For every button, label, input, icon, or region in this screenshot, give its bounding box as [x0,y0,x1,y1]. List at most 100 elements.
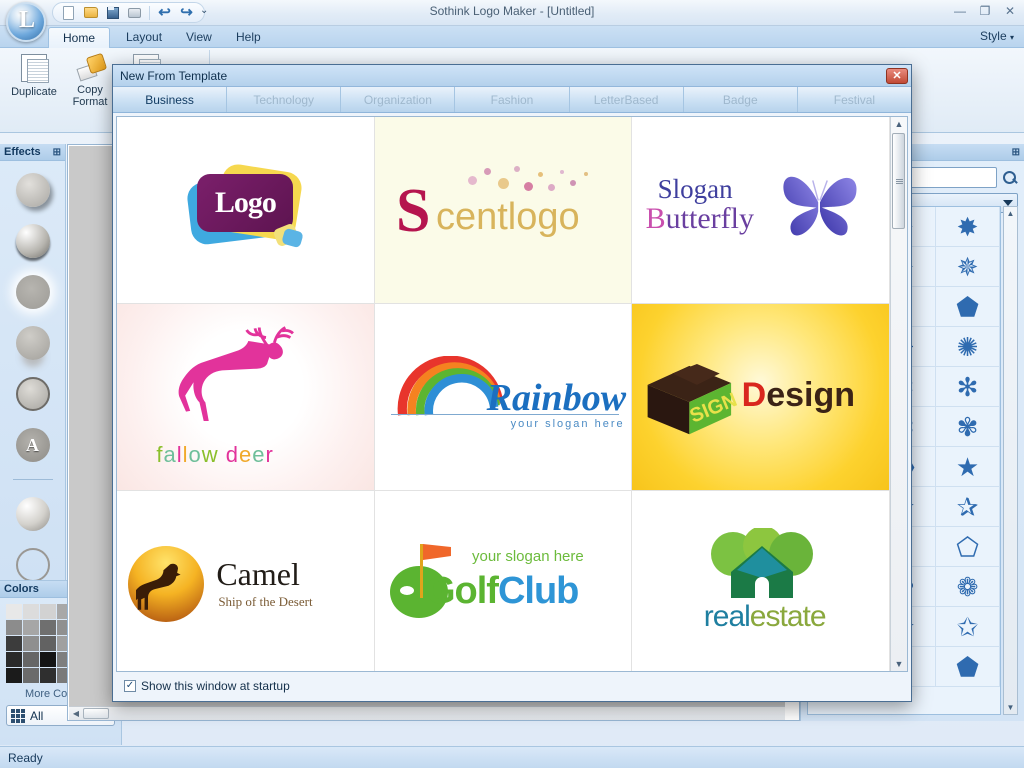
ribbon-tab-help[interactable]: Help [222,27,275,48]
scrollbar-thumb[interactable] [892,133,905,229]
show-at-startup-checkbox[interactable]: ✓ [124,680,136,692]
dialog-tab-fashion[interactable]: Fashion [455,87,570,112]
effect-drop-shadow[interactable] [15,173,50,207]
shape-item[interactable]: ⬟ [936,647,1000,687]
template-item-realestate[interactable]: realestate [632,491,890,671]
dialog-tab-technology[interactable]: Technology [227,87,342,112]
color-swatch[interactable] [40,668,56,683]
color-swatch[interactable] [23,636,39,651]
copy-format-label: Copy Format [72,84,108,108]
dialog-tab-festival[interactable]: Festival [798,87,911,112]
effect-outline[interactable] [15,548,50,582]
scroll-up-icon[interactable]: ▲ [1007,209,1015,218]
shape-item[interactable]: ✸ [936,207,1000,247]
scroll-up-icon[interactable]: ▲ [895,117,904,131]
color-swatch[interactable] [40,620,56,635]
effects-list [0,161,65,582]
template-logo-text: Camel [216,556,300,592]
color-swatch[interactable] [23,604,39,619]
shape-item[interactable]: ✵ [936,247,1000,287]
shape-item[interactable]: ✾ [936,407,1000,447]
shape-item[interactable]: ✺ [936,327,1000,367]
template-item-scentlogo[interactable]: S centlogo [374,117,633,304]
template-logo-text-b: D [741,376,767,414]
scroll-down-icon[interactable]: ▼ [895,657,904,671]
template-item-golfclub[interactable]: your slogan here GolfClub [374,491,633,671]
template-logo-slogan: your slogan here [510,418,625,430]
ribbon-tab-home[interactable]: Home [48,27,111,48]
dialog-title-bar: New From Template ✕ [113,65,911,87]
template-item-signdesign[interactable]: SIGN Design [632,304,890,491]
logo-art-fallowdeer: fallow deer [150,322,340,472]
color-swatch[interactable] [6,652,22,667]
color-swatch[interactable] [6,620,22,635]
shape-item[interactable]: ✩ [936,607,1000,647]
effect-reflection[interactable] [15,326,50,360]
camel-icon [136,563,181,610]
dialog-vertical-scrollbar[interactable]: ▲ ▼ [890,117,907,671]
effect-inner-shadow[interactable] [15,224,50,258]
template-logo-text-c: esign [766,376,856,414]
color-swatch[interactable] [40,636,56,651]
pin-icon[interactable]: ⊞ [1012,147,1020,158]
maximize-button[interactable]: ❐ [977,4,993,18]
effect-text[interactable] [15,428,50,462]
shape-item[interactable]: ❁ [936,567,1000,607]
template-logo-text-b: centlogo [435,196,580,238]
color-swatch[interactable] [6,604,22,619]
shape-item[interactable]: ⬠ [936,527,1000,567]
scroll-left-icon[interactable]: ◀ [69,709,83,718]
effect-gradient[interactable] [15,497,50,531]
color-swatch[interactable] [23,668,39,683]
style-menu-button[interactable]: Style ▾ [980,29,1014,43]
color-swatch[interactable] [23,620,39,635]
template-logo-text-b: estate [749,600,827,633]
dialog-tab-letterbased[interactable]: LetterBased [570,87,684,112]
scrollbar-track[interactable] [891,131,907,657]
ribbon-tab-layout[interactable]: Layout [112,27,176,48]
shapes-vertical-scrollbar[interactable]: ▲ ▼ [1003,206,1018,715]
template-item-logo[interactable]: Logo [117,117,375,304]
effect-outer-glow[interactable] [15,275,50,309]
shape-item[interactable]: ✰ [936,487,1000,527]
color-swatch[interactable] [23,652,39,667]
duplicate-button[interactable]: Duplicate [6,54,62,98]
template-logo-text-c: utterfly [665,202,754,235]
logo-art-rainbow: Rainbow your slogan here [375,342,632,452]
app-logo-orb-button[interactable] [6,2,46,42]
ribbon-tab-view[interactable]: View [172,27,226,48]
colors-panel-title: Colors [4,583,39,595]
template-item-butterfly[interactable]: Slogan Butterfly [632,117,890,304]
logo-art-camel: Camel Ship of the Desert [120,538,370,630]
color-swatch[interactable] [40,652,56,667]
search-icon[interactable] [1002,170,1018,186]
duplicate-label: Duplicate [11,86,57,98]
scrollbar-thumb[interactable] [83,708,109,719]
effect-stroke[interactable] [15,377,50,411]
canvas-horizontal-scrollbar[interactable]: ◀ [69,706,785,720]
template-item-rainbow[interactable]: Rainbow your slogan here [374,304,633,491]
shape-item[interactable]: ★ [936,447,1000,487]
color-swatch[interactable] [6,636,22,651]
pin-icon[interactable]: ⊞ [53,147,61,158]
dialog-footer: ✓ Show this window at startup [116,674,908,698]
dialog-tab-organization[interactable]: Organization [341,87,456,112]
template-item-camel[interactable]: Camel Ship of the Desert [117,491,375,671]
scroll-down-icon[interactable]: ▼ [1007,703,1015,712]
color-swatch[interactable] [40,604,56,619]
dialog-close-button[interactable]: ✕ [886,67,908,84]
dialog-tab-business[interactable]: Business [113,87,228,112]
effects-panel: Effects ⊞ [0,144,66,582]
close-button[interactable]: ✕ [1002,4,1018,18]
shape-item[interactable]: ⬟ [936,287,1000,327]
effects-panel-header: Effects ⊞ [0,144,65,161]
template-logo-text-b: Club [497,570,579,612]
template-item-fallowdeer[interactable]: fallow deer [117,304,375,491]
copy-format-button[interactable]: Copy Format [62,54,118,108]
shape-item[interactable]: ✻ [936,367,1000,407]
dialog-tab-badge[interactable]: Badge [684,87,798,112]
minimize-button[interactable]: — [952,4,968,18]
dialog-title: New From Template [120,68,228,83]
effects-separator [12,479,53,480]
color-swatch[interactable] [6,668,22,683]
